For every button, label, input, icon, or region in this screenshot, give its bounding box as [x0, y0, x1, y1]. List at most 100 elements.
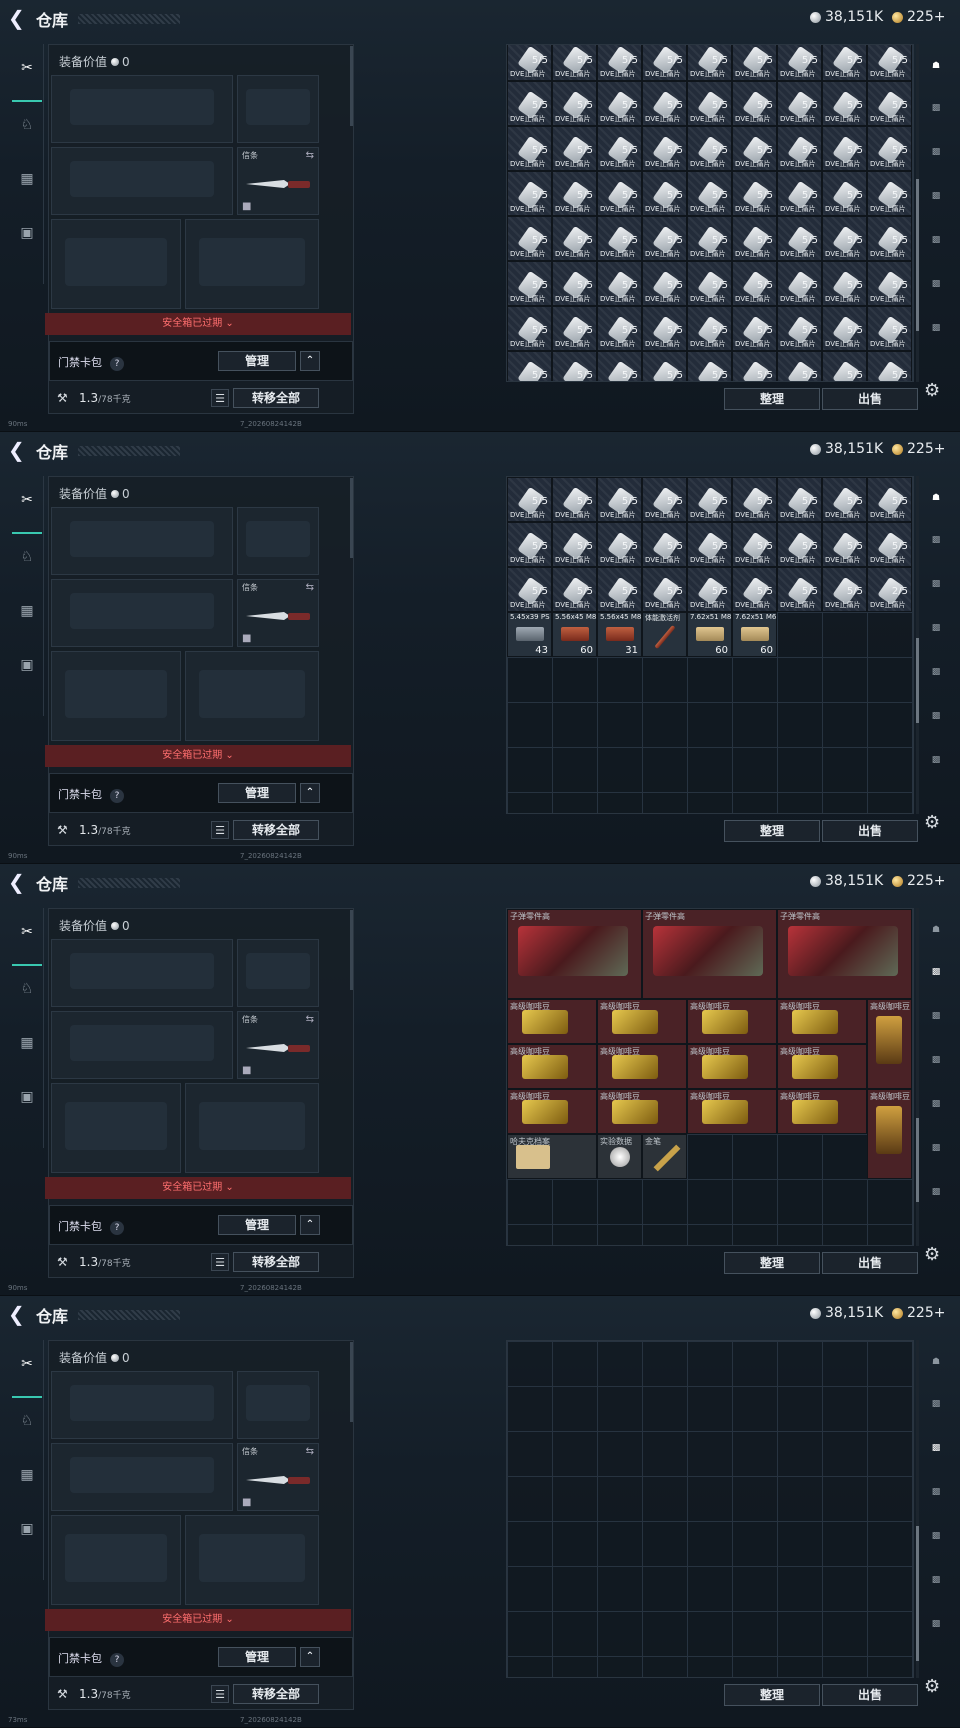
painkiller-item[interactable]: DVE止痛片5/5: [732, 351, 777, 381]
painkiller-item[interactable]: DVE止痛片5/5: [597, 567, 642, 612]
help-icon[interactable]: ?: [110, 1221, 124, 1235]
painkiller-item[interactable]: DVE止痛片5/5: [822, 261, 867, 306]
painkiller-item[interactable]: DVE止痛片5/5: [507, 171, 552, 216]
gear-icon[interactable]: ⚙: [924, 380, 940, 401]
storage-tab-7[interactable]: ▩: [922, 748, 950, 772]
manage-button[interactable]: 管理: [218, 351, 296, 371]
painkiller-item[interactable]: DVE止痛片5/5: [822, 522, 867, 567]
swap-icon[interactable]: ⇆: [306, 582, 314, 593]
storage-tab-2[interactable]: ▩: [922, 96, 950, 120]
tab-case-icon[interactable]: ▣: [12, 650, 42, 680]
storage-tab-3[interactable]: ▩: [922, 140, 950, 164]
painkiller-item[interactable]: DVE止痛片5/5: [867, 126, 912, 171]
scroll-thumb[interactable]: [916, 1117, 919, 1203]
painkiller-item[interactable]: DVE止痛片5/5: [687, 126, 732, 171]
storage-tab-2[interactable]: ▩: [922, 960, 950, 984]
lab-data-item[interactable]: 实验数据: [597, 1134, 642, 1179]
tab-weapons-icon[interactable]: ✂: [12, 1340, 42, 1398]
bullet-parts-item[interactable]: 子弹零件高: [777, 909, 912, 999]
painkiller-item[interactable]: DVE止痛片5/5: [732, 171, 777, 216]
swap-icon[interactable]: ⇆: [306, 150, 314, 161]
equipment-scrollbar[interactable]: [350, 478, 353, 558]
equipment-scrollbar[interactable]: [350, 46, 353, 126]
painkiller-item[interactable]: DVE止痛片5/5: [642, 351, 687, 381]
transfer-all-button[interactable]: 转移全部: [233, 1252, 319, 1272]
storage-tab-4[interactable]: ▩: [922, 616, 950, 640]
storage-tab-5[interactable]: ▩: [922, 228, 950, 252]
painkiller-item[interactable]: DVE止痛片5/5: [507, 261, 552, 306]
painkiller-item[interactable]: DVE止痛片5/5: [597, 306, 642, 351]
coffee-beans-item[interactable]: 高级咖啡豆: [687, 1089, 777, 1134]
gold-pen-item[interactable]: 金笔: [642, 1134, 687, 1179]
secondary-weapon-slot[interactable]: [51, 579, 233, 647]
armor-slot[interactable]: [185, 1515, 319, 1605]
coffee-beans-item[interactable]: 高级咖啡豆: [777, 999, 867, 1044]
secondary-weapon-slot[interactable]: [51, 147, 233, 215]
storage-tab-5[interactable]: ▩: [922, 1092, 950, 1116]
sell-button[interactable]: 出售: [822, 388, 918, 410]
primary-weapon-slot[interactable]: [51, 939, 233, 1007]
painkiller-item[interactable]: DVE止痛片5/5: [867, 306, 912, 351]
painkiller-item[interactable]: DVE止痛片5/5: [552, 216, 597, 261]
painkiller-item[interactable]: DVE止痛片5/5: [507, 306, 552, 351]
painkiller-item[interactable]: DVE止痛片5/5: [552, 522, 597, 567]
storage-tab-4[interactable]: ▩: [922, 184, 950, 208]
painkiller-item[interactable]: DVE止痛片5/5: [552, 351, 597, 381]
pistol-slot[interactable]: [237, 1371, 319, 1439]
painkiller-item[interactable]: DVE止痛片5/5: [822, 45, 867, 81]
tab-armor-icon[interactable]: ♘: [12, 110, 42, 140]
bullet-parts-item[interactable]: 子弹零件高: [642, 909, 777, 999]
manage-button[interactable]: 管理: [218, 1215, 296, 1235]
storage-tab-2[interactable]: ▩: [922, 1392, 950, 1416]
tab-backpack-icon[interactable]: ▦: [12, 1028, 42, 1058]
painkiller-item[interactable]: DVE止痛片5/5: [867, 261, 912, 306]
coffee-beans-item[interactable]: 高级咖啡豆: [777, 1089, 867, 1134]
painkiller-item[interactable]: DVE止痛片5/5: [867, 522, 912, 567]
ammo-item[interactable]: 5.45x39 PS 43: [507, 612, 552, 657]
painkiller-item[interactable]: DVE止痛片5/5: [777, 351, 822, 381]
melee-slot[interactable]: 信条 ⇆ ■: [237, 579, 319, 647]
painkiller-item[interactable]: DVE止痛片5/5: [732, 261, 777, 306]
melee-slot[interactable]: 信条 ⇆ ■: [237, 1443, 319, 1511]
painkiller-item[interactable]: DVE止痛片5/5: [552, 567, 597, 612]
painkiller-item[interactable]: DVE止痛片5/5: [552, 306, 597, 351]
painkiller-item[interactable]: DVE止痛片5/5: [597, 81, 642, 126]
painkiller-item[interactable]: DVE止痛片5/5: [642, 261, 687, 306]
storage-tab-3[interactable]: ▩: [922, 1436, 950, 1460]
sort-button[interactable]: 整理: [724, 820, 820, 842]
painkiller-item[interactable]: DVE止痛片5/5: [507, 522, 552, 567]
painkiller-item[interactable]: DVE止痛片5/5: [867, 171, 912, 216]
painkiller-item[interactable]: DVE止痛片5/5: [687, 171, 732, 216]
coffee-bag-item[interactable]: 高级咖啡豆: [867, 1089, 912, 1179]
painkiller-item[interactable]: DVE止痛片5/5: [507, 81, 552, 126]
equipment-scrollbar[interactable]: [350, 1342, 353, 1422]
gold-currency[interactable]: 225+: [892, 441, 945, 457]
back-arrow-icon[interactable]: ❮: [8, 1302, 30, 1326]
coffee-beans-item[interactable]: 高级咖啡豆: [597, 1089, 687, 1134]
painkiller-item[interactable]: DVE止痛片5/5: [822, 126, 867, 171]
pistol-slot[interactable]: [237, 939, 319, 1007]
armor-slot[interactable]: [185, 1083, 319, 1173]
storage-tab-6[interactable]: ▩: [922, 272, 950, 296]
painkiller-item[interactable]: DVE止痛片5/5: [687, 45, 732, 81]
tab-backpack-icon[interactable]: ▦: [12, 1460, 42, 1490]
tab-weapons-icon[interactable]: ✂: [12, 44, 42, 102]
back-arrow-icon[interactable]: ❮: [8, 6, 30, 30]
pistol-slot[interactable]: [237, 507, 319, 575]
painkiller-item[interactable]: DVE止痛片5/5: [777, 306, 822, 351]
painkiller-item[interactable]: DVE止痛片5/5: [507, 45, 552, 81]
painkiller-item[interactable]: DVE止痛片5/5: [507, 567, 552, 612]
painkiller-item[interactable]: DVE止痛片5/5: [732, 306, 777, 351]
storage-scrollbar[interactable]: [916, 1340, 919, 1678]
helmet-slot[interactable]: [51, 651, 181, 741]
painkiller-item[interactable]: DVE止痛片5/5: [732, 126, 777, 171]
painkiller-item[interactable]: DVE止痛片5/5: [777, 261, 822, 306]
painkiller-item[interactable]: DVE止痛片5/5: [867, 45, 912, 81]
painkiller-item[interactable]: DVE止痛片5/5: [777, 171, 822, 216]
equipment-scrollbar[interactable]: [350, 910, 353, 990]
coffee-beans-item[interactable]: 高级咖啡豆: [507, 999, 597, 1044]
back-arrow-icon[interactable]: ❮: [8, 870, 30, 894]
painkiller-item[interactable]: DVE止痛片5/5: [552, 81, 597, 126]
manage-button[interactable]: 管理: [218, 783, 296, 803]
storage-tab-3[interactable]: ▩: [922, 572, 950, 596]
